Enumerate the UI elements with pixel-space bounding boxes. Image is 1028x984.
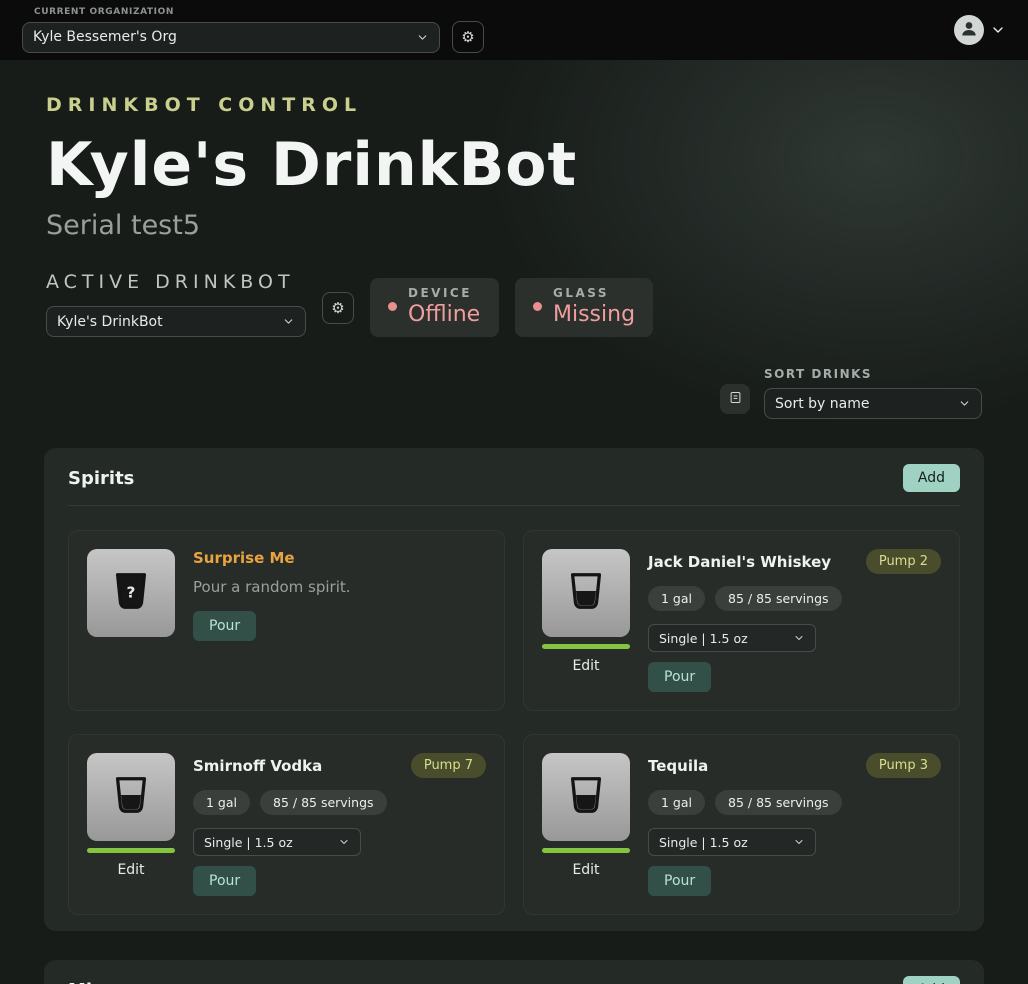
volume-pill: 1 gal: [648, 790, 705, 815]
device-status-label: DEVICE: [408, 286, 480, 300]
active-drinkbot-row: ACTIVE DRINKBOT Kyle's DrinkBot ⚙ DEVICE…: [0, 241, 1028, 337]
drinkbot-select-value: Kyle's DrinkBot: [57, 314, 163, 330]
sort-drinks-label: SORT DRINKS: [764, 367, 982, 381]
drink-card-smirnoff-vodka: Edit Smirnoff Vodka Pump 7 1 gal 85 / 85…: [68, 734, 505, 915]
pour-button[interactable]: Pour: [193, 866, 256, 896]
drink-list-view-button[interactable]: [720, 384, 750, 414]
user-menu-chevron-icon[interactable]: [990, 22, 1006, 38]
gear-icon: ⚙: [461, 28, 474, 46]
device-status-value: Offline: [408, 302, 480, 327]
organization-settings-button[interactable]: ⚙: [452, 21, 484, 53]
gear-icon: ⚙: [331, 299, 344, 317]
current-organization-label: CURRENT ORGANIZATION: [34, 7, 484, 17]
person-icon: [959, 18, 979, 42]
chevron-down-icon: [416, 31, 429, 44]
serving-size-select[interactable]: Single | 1.5 oz: [648, 828, 816, 856]
mixers-section-title: Mixers: [68, 980, 136, 984]
drink-thumbnail: [87, 753, 175, 841]
user-menu: [954, 15, 1006, 45]
drink-card-surprise-me: ? Surprise Me Pour a random spirit. Pour: [68, 530, 505, 711]
chevron-down-icon: [793, 632, 805, 644]
chevron-down-icon: [793, 836, 805, 848]
svg-text:?: ?: [127, 584, 136, 602]
drink-name: Smirnoff Vodka: [193, 757, 322, 775]
serving-size-value: Single | 1.5 oz: [204, 835, 293, 850]
page-eyebrow: DRINKBOT CONTROL: [46, 94, 982, 116]
device-status-chip: DEVICE Offline: [370, 278, 499, 337]
drink-name: Tequila: [648, 757, 708, 775]
topbar: CURRENT ORGANIZATION Kyle Bessemer's Org…: [0, 0, 1028, 60]
pour-button[interactable]: Pour: [648, 866, 711, 896]
whiskey-glass-icon: [563, 772, 609, 822]
sort-row: SORT DRINKS Sort by name: [0, 337, 1028, 419]
drink-thumbnail: [542, 753, 630, 841]
page-title: Kyle's DrinkBot: [46, 130, 982, 200]
pump-badge: Pump 7: [411, 753, 486, 778]
device-status-dot-icon: [388, 302, 397, 311]
volume-pill: 1 gal: [193, 790, 250, 815]
glass-status-label: GLASS: [553, 286, 635, 300]
drink-name: Jack Daniel's Whiskey: [648, 553, 831, 571]
drink-card-tequila: Edit Tequila Pump 3 1 gal 85 / 85 servin…: [523, 734, 960, 915]
section-divider: [68, 505, 960, 506]
edit-link[interactable]: Edit: [117, 862, 144, 878]
drink-name: Surprise Me: [193, 549, 295, 567]
drinkbot-select[interactable]: Kyle's DrinkBot: [46, 306, 306, 337]
fill-level-bar: [542, 848, 630, 853]
fill-level-bar: [542, 644, 630, 649]
active-drinkbot-label: ACTIVE DRINKBOT: [46, 271, 306, 293]
pour-button[interactable]: Pour: [193, 611, 256, 641]
spirits-section: Spirits Add ? Surprise Me: [44, 448, 984, 931]
serving-size-select[interactable]: Single | 1.5 oz: [648, 624, 816, 652]
glass-status-chip: GLASS Missing: [515, 278, 653, 337]
organization-select-value: Kyle Bessemer's Org: [33, 29, 177, 45]
drink-description: Pour a random spirit.: [193, 578, 351, 596]
add-mixer-button[interactable]: Add: [903, 976, 960, 984]
whiskey-glass-icon: [108, 772, 154, 822]
glass-status-value: Missing: [553, 302, 635, 327]
hero: DRINKBOT CONTROL Kyle's DrinkBot Serial …: [0, 60, 1028, 241]
mystery-glass-icon: ?: [108, 568, 154, 618]
servings-pill: 85 / 85 servings: [260, 790, 387, 815]
serial-subtitle: Serial test5: [46, 210, 982, 241]
organization-group: CURRENT ORGANIZATION Kyle Bessemer's Org…: [22, 7, 484, 53]
drinkbot-settings-button[interactable]: ⚙: [322, 292, 354, 324]
edit-link[interactable]: Edit: [572, 862, 599, 878]
pour-button[interactable]: Pour: [648, 662, 711, 692]
chevron-down-icon: [338, 836, 350, 848]
serving-size-select[interactable]: Single | 1.5 oz: [193, 828, 361, 856]
edit-link[interactable]: Edit: [572, 658, 599, 674]
add-spirit-button[interactable]: Add: [903, 464, 960, 492]
spirits-section-title: Spirits: [68, 468, 134, 489]
servings-pill: 85 / 85 servings: [715, 790, 842, 815]
serving-size-value: Single | 1.5 oz: [659, 835, 748, 850]
whiskey-glass-icon: [563, 568, 609, 618]
pump-badge: Pump 2: [866, 549, 941, 574]
glass-status-dot-icon: [533, 302, 542, 311]
chevron-down-icon: [282, 315, 295, 328]
user-avatar[interactable]: [954, 15, 984, 45]
drink-thumbnail: [542, 549, 630, 637]
drink-card-jack-daniels: Edit Jack Daniel's Whiskey Pump 2 1 gal …: [523, 530, 960, 711]
fill-level-bar: [87, 848, 175, 853]
serving-size-value: Single | 1.5 oz: [659, 631, 748, 646]
mixers-section: Mixers Add: [44, 960, 984, 984]
pump-badge: Pump 3: [866, 753, 941, 778]
spirits-grid: ? Surprise Me Pour a random spirit. Pour: [68, 530, 960, 915]
chevron-down-icon: [958, 397, 971, 410]
servings-pill: 85 / 85 servings: [715, 586, 842, 611]
list-icon: [728, 390, 743, 409]
sort-select-value: Sort by name: [775, 396, 869, 412]
sort-select[interactable]: Sort by name: [764, 388, 982, 419]
drink-thumbnail: ?: [87, 549, 175, 637]
organization-select[interactable]: Kyle Bessemer's Org: [22, 22, 440, 53]
volume-pill: 1 gal: [648, 586, 705, 611]
